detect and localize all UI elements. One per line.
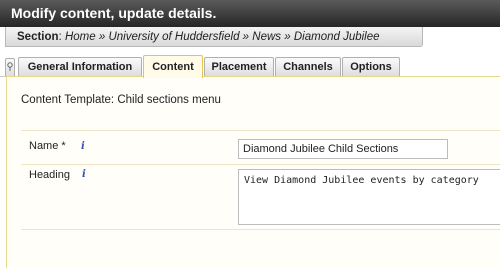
tab-placement[interactable]: Placement [204, 57, 274, 77]
breadcrumb: Section: Home » University of Huddersfie… [5, 27, 423, 47]
breadcrumb-item-diamond-jubilee[interactable]: Diamond Jubilee [294, 31, 380, 43]
row-divider [21, 229, 500, 230]
pin-icon-glyph [7, 62, 13, 71]
tab-bar: General Information Content Placement Ch… [0, 55, 500, 78]
tab-options[interactable]: Options [342, 57, 400, 77]
breadcrumb-item-university[interactable]: University of Huddersfield [108, 31, 239, 43]
heading-info-icon[interactable]: i [82, 169, 86, 180]
page-title: Modify content, update details. [0, 0, 500, 27]
breadcrumb-separator: » [98, 31, 106, 43]
content-panel: Content Template: Child sections menu Na… [6, 76, 500, 268]
content-template-label: Content Template: Child sections menu [21, 94, 221, 106]
tab-general-information[interactable]: General Information [18, 57, 142, 77]
breadcrumb-separator: » [242, 31, 250, 43]
row-divider [21, 130, 500, 131]
name-input[interactable] [238, 139, 448, 159]
row-divider [21, 164, 500, 165]
breadcrumb-item-home[interactable]: Home [65, 31, 96, 43]
breadcrumb-separator: » [284, 31, 291, 43]
tab-content[interactable]: Content [143, 55, 203, 78]
name-info-icon[interactable]: i [81, 141, 85, 152]
pin-icon[interactable] [5, 58, 15, 76]
heading-textarea[interactable]: View Diamond Jubilee events by category [238, 169, 500, 225]
content-template-prefix: Content Template: [21, 94, 115, 106]
breadcrumb-item-news[interactable]: News [252, 31, 281, 43]
breadcrumb-label: Section [17, 31, 59, 43]
name-field-label: Name * [29, 140, 66, 152]
heading-field-label: Heading [29, 169, 70, 181]
content-template-name: Child sections menu [117, 94, 221, 106]
tab-channels[interactable]: Channels [275, 57, 341, 77]
